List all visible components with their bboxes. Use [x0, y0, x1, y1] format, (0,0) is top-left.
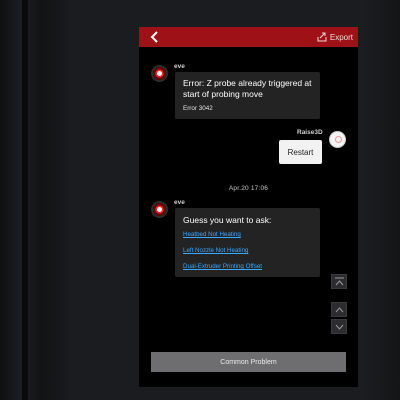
error-message-bubble: Error: Z probe already triggered at star… — [175, 72, 320, 119]
bezel-strip — [22, 0, 28, 400]
chevron-left-icon[interactable] — [148, 30, 162, 44]
sender-name: eve — [174, 199, 185, 206]
chevron-up-icon — [335, 307, 344, 313]
touch-screen: Export eve Error: Z probe already trigge… — [139, 27, 358, 387]
export-label: Export — [329, 32, 353, 42]
sender-name: eve — [174, 63, 185, 70]
user-avatar — [329, 131, 346, 148]
frame-right-edge — [360, 0, 400, 400]
suggestion-link-dual-extruder[interactable]: Dual-Extruder Printing Offset — [183, 263, 313, 270]
export-icon — [317, 32, 327, 42]
suggestion-link-heatbed[interactable]: Heatbed Not Heating — [183, 231, 313, 238]
suggestions-bubble: Guess you want to ask: Heatbed Not Heati… — [175, 208, 320, 277]
eve-avatar — [151, 65, 168, 82]
error-title: Error: Z probe already triggered at star… — [183, 78, 312, 99]
chevron-down-icon — [335, 324, 344, 330]
timestamp: Apr.20 17:06 — [228, 185, 269, 192]
common-problem-button[interactable]: Common Problem — [151, 352, 346, 372]
top-bar: Export — [139, 27, 358, 47]
scroll-down-button[interactable] — [331, 319, 347, 334]
error-code: Error 3042 — [183, 105, 213, 112]
eve-avatar — [151, 201, 168, 218]
suggestions-title: Guess you want to ask: — [183, 215, 272, 225]
collapse-button[interactable] — [331, 274, 347, 289]
scroll-up-button[interactable] — [331, 302, 347, 317]
suggestion-link-left-nozzle[interactable]: Left Nozzle Not Heating — [183, 247, 313, 254]
export-button[interactable]: Export — [317, 31, 353, 43]
printer-bezel — [0, 0, 70, 400]
collapse-icon — [335, 277, 344, 286]
user-name: Raise3D — [297, 129, 323, 136]
restart-message-bubble: Restart — [279, 140, 322, 164]
